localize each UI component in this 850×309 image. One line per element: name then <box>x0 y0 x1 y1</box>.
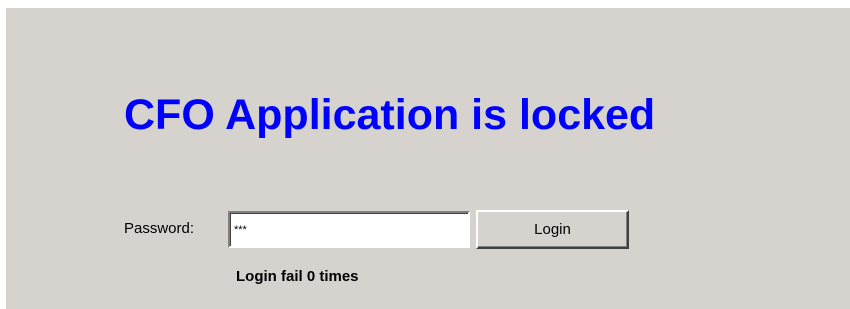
password-label: Password: <box>124 220 195 237</box>
lock-title: CFO Application is locked <box>124 91 656 139</box>
login-fail-status: Login fail 0 times <box>236 268 359 285</box>
password-input[interactable] <box>228 211 470 248</box>
login-button[interactable]: Login <box>476 210 629 249</box>
lock-panel: CFO Application is locked Password: Logi… <box>6 8 850 309</box>
